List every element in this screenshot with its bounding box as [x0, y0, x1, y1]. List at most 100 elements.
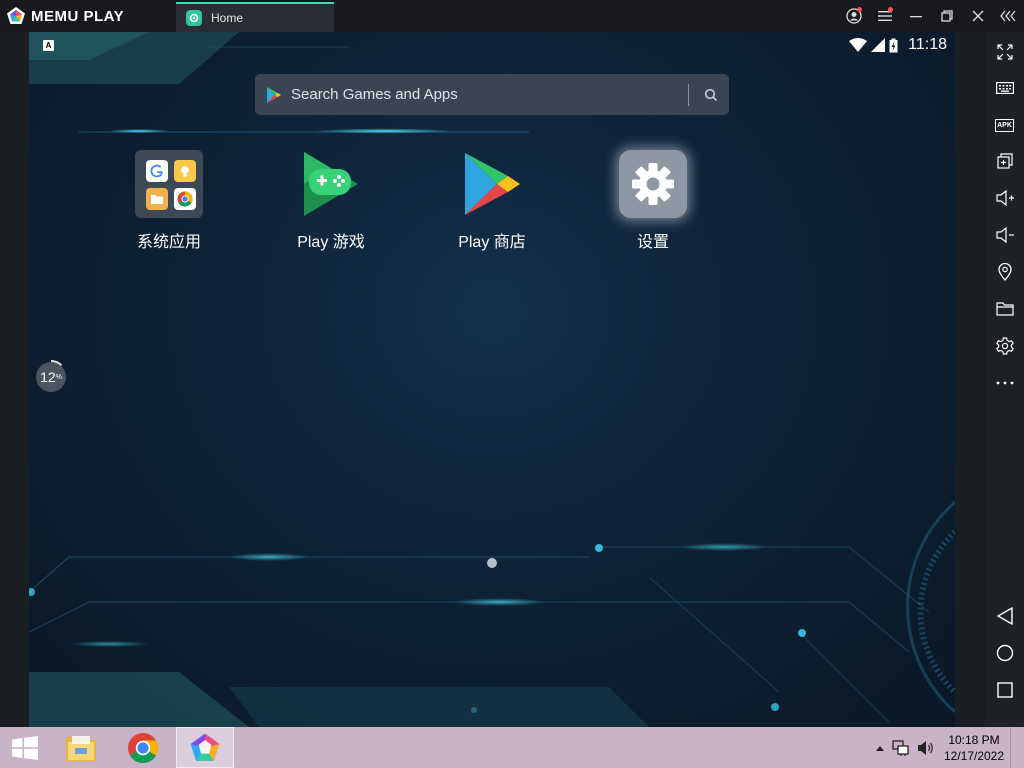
volume-down-icon [995, 227, 1014, 243]
android-screen[interactable]: A 11:18 Search Games and Apps 系统应用 Play … [29, 32, 955, 727]
title-bar: MEMU PLAY Home [0, 0, 1024, 32]
memu-taskbar-item[interactable] [176, 727, 234, 768]
side-toolbar: APK [985, 32, 1024, 727]
memory-percent: 12% [40, 369, 62, 385]
play-store-icon [458, 150, 526, 218]
search-bar[interactable]: Search Games and Apps [255, 74, 729, 115]
keyboard-icon [995, 82, 1014, 94]
notification-dot [857, 7, 862, 12]
triple-chevron-left-icon [999, 10, 1016, 22]
android-status-bar: A 11:18 [29, 32, 955, 58]
battery-charging-icon [889, 38, 898, 52]
files-icon [146, 188, 168, 210]
multi-instance-icon [996, 153, 1013, 169]
show-hidden-icons-button[interactable] [872, 745, 888, 751]
home-icon [996, 644, 1013, 662]
search-input[interactable]: Search Games and Apps [291, 86, 688, 103]
app-play-games[interactable]: Play 游戏 [276, 150, 386, 252]
back-icon [996, 607, 1013, 625]
apk-install-button[interactable]: APK [985, 110, 1024, 140]
start-button[interactable] [0, 727, 50, 768]
status-icons: 11:18 [849, 36, 947, 54]
file-explorer-icon [66, 735, 96, 761]
page-indicator [487, 558, 497, 568]
settings-icon [995, 337, 1014, 355]
show-desktop-button[interactable] [1010, 727, 1024, 768]
network-icon [892, 739, 909, 756]
restore-button[interactable] [931, 0, 962, 32]
app-label: Play 游戏 [297, 234, 365, 251]
tab-home[interactable]: Home [176, 2, 334, 32]
brand: MEMU PLAY [0, 0, 174, 32]
menu-button[interactable] [869, 0, 900, 32]
chrome-taskbar-item[interactable] [118, 727, 168, 768]
windows-logo-icon [12, 735, 38, 760]
folder-icon [995, 302, 1014, 316]
more-icon [996, 381, 1013, 385]
volume-up-icon [995, 190, 1014, 206]
more-button[interactable] [985, 368, 1024, 398]
multi-instance-button[interactable] [985, 146, 1024, 176]
location-button[interactable] [985, 257, 1024, 287]
memu-logo-icon [7, 7, 25, 24]
network-tray-button[interactable] [888, 739, 914, 756]
folder-icon [135, 150, 203, 218]
app-play-store[interactable]: Play 商店 [437, 150, 547, 252]
close-button[interactable] [962, 0, 993, 32]
apk-install-icon: APK [995, 118, 1014, 132]
volume-tray-button[interactable] [914, 740, 938, 756]
file-explorer-taskbar-item[interactable] [56, 727, 106, 768]
collapse-sidebar-button[interactable] [993, 0, 1024, 32]
account-button[interactable] [838, 0, 869, 32]
speaker-icon [918, 740, 933, 755]
system-tray: 10:18 PM 12/17/2022 [872, 727, 1024, 768]
minimize-button[interactable] [900, 0, 931, 32]
google-icon [146, 160, 168, 182]
recents-icon [996, 682, 1013, 698]
memu-window: MEMU PLAY Home A 11:18 Search Games and … [0, 0, 1024, 768]
home-button[interactable] [985, 638, 1024, 668]
app-label: Play 商店 [458, 234, 526, 251]
chevron-up-icon [876, 745, 884, 751]
wallpaper-graphic [29, 32, 955, 727]
keyboard-button[interactable] [985, 73, 1024, 103]
memory-indicator[interactable]: 12% [34, 360, 68, 394]
shared-folder-button[interactable] [985, 294, 1024, 324]
volume-down-button[interactable] [985, 220, 1024, 250]
notification-dot [888, 7, 893, 12]
windows-taskbar: 10:18 PM 12/17/2022 [0, 727, 1024, 768]
fullscreen-icon [996, 44, 1013, 60]
memu-logo-icon [190, 733, 220, 761]
app-system-apps[interactable]: 系统应用 [114, 150, 224, 252]
app-grid: 系统应用 Play 游戏 Play 商店 设置 [29, 150, 955, 260]
android-clock: 11:18 [908, 36, 947, 53]
brand-name: MEMU PLAY [31, 7, 125, 25]
play-store-small-icon [267, 86, 281, 103]
left-gutter [0, 32, 29, 727]
app-label: 系统应用 [136, 234, 201, 251]
chrome-icon [174, 188, 196, 210]
keep-icon [174, 160, 196, 182]
settings-button[interactable] [985, 331, 1024, 361]
search-divider [688, 83, 689, 106]
back-button[interactable] [985, 601, 1024, 631]
play-games-icon [297, 150, 365, 218]
volume-up-button[interactable] [985, 183, 1024, 213]
location-icon [997, 263, 1012, 281]
close-icon [972, 10, 983, 22]
restore-icon [940, 10, 953, 22]
taskbar-clock[interactable]: 10:18 PM 12/17/2022 [938, 732, 1010, 764]
right-gutter [955, 32, 985, 727]
fullscreen-button[interactable] [985, 37, 1024, 67]
notification-icon: A [43, 40, 54, 51]
wifi-icon [849, 38, 868, 52]
settings-app-icon [619, 150, 687, 218]
app-settings[interactable]: 设置 [598, 150, 708, 252]
search-icon[interactable] [703, 87, 719, 103]
taskbar-time: 10:18 PM [948, 732, 1000, 747]
signal-icon [871, 38, 886, 52]
home-tab-icon [186, 10, 202, 26]
app-label: 设置 [636, 234, 669, 251]
recents-button[interactable] [985, 675, 1024, 705]
settings-gear-icon [632, 163, 674, 205]
